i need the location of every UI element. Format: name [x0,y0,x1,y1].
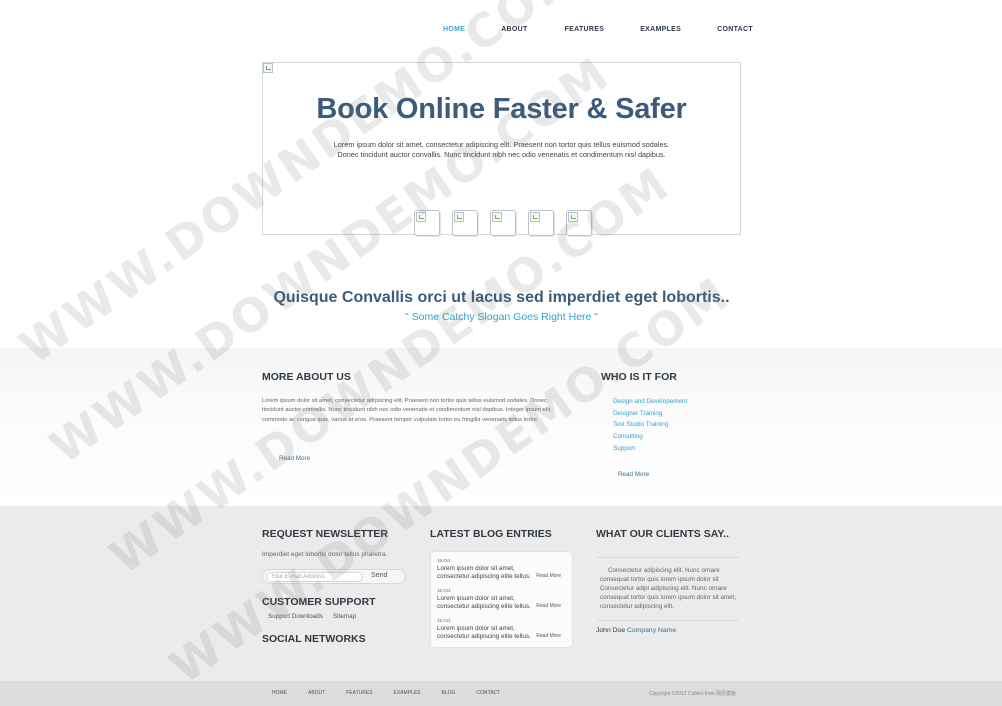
client-quote: Consectetur adipiscing elit. Nunc ornare… [600,567,737,610]
slider-thumb-3[interactable] [490,210,516,236]
blog-list: 16 Oct Lorem ipsum dolor sit amet, conse… [430,551,573,648]
copyright: Copyright ©2012 Collect from 网页模板 [649,691,737,697]
who-item-designer-training[interactable]: Designer Training [613,408,687,420]
blog-read-more-link[interactable]: Read More [536,573,561,579]
divider [597,557,739,558]
blog-read-more-link[interactable]: Read More [536,633,561,639]
blog-heading: LATEST BLOG ENTRIES [430,528,552,540]
blog-entry: 15 Oct Lorem ipsum dolor sit amet, conse… [437,618,567,640]
support-links: Support Downloads Sitemap [268,613,356,620]
newsletter-form: Send [262,569,406,584]
about-section [0,348,1002,506]
blog-entry: 16 Oct Lorem ipsum dolor sit amet, conse… [437,558,567,580]
footer-nav: HOME ABOUT FEATURES EXAMPLES BLOG CONTAC… [272,690,500,696]
broken-image-icon [530,212,540,222]
send-button[interactable]: Send [371,572,387,579]
nav-about[interactable]: ABOUT [501,26,527,33]
broken-image-icon [454,212,464,222]
blog-excerpt: Lorem ipsum dolor sit amet, consectetur … [437,625,531,640]
nav-home[interactable]: HOME [443,26,465,33]
footer-nav-home[interactable]: HOME [272,690,287,696]
who-item-support[interactable]: Support [613,443,687,455]
main-nav: HOME ABOUT FEATURES EXAMPLES CONTACT [443,26,753,33]
footer: HOME ABOUT FEATURES EXAMPLES BLOG CONTAC… [0,681,1002,706]
slider-thumb-2[interactable] [452,210,478,236]
hero-slider: Book Online Faster & Safer Lorem ipsum d… [262,62,741,236]
footer-nav-contact[interactable]: CONTACT [476,690,500,696]
blog-read-more-link[interactable]: Read More [536,603,561,609]
hero-text: Lorem ipsum dolor sit amet, consectetur … [263,140,740,159]
slogan: " Some Catchy Slogan Goes Right Here " [404,311,599,323]
hero-title: Book Online Faster & Safer [316,93,687,125]
blog-entry: 16 Oct Lorem ipsum dolor sit amet, conse… [437,588,567,610]
blog-date: 16 Oct [437,558,451,563]
who-heading: WHO IS IT FOR [601,371,677,383]
hero-text-line-1: Lorem ipsum dolor sit amet, consectetur … [333,140,670,149]
blog-excerpt: Lorem ipsum dolor sit amet, consectetur … [437,565,531,580]
sitemap-link[interactable]: Sitemap [333,613,356,620]
nav-examples[interactable]: EXAMPLES [640,26,681,33]
blog-excerpt: Lorem ipsum dolor sit amet, consectetur … [437,595,531,610]
broken-image-icon [492,212,502,222]
clients-heading: WHAT OUR CLIENTS SAY.. [596,528,730,540]
footer-nav-examples[interactable]: EXAMPLES [394,690,421,696]
client-attribution: John Doe Company Name [596,627,676,634]
social-heading: SOCIAL NETWORKS [262,633,366,645]
slider-thumb-1[interactable] [414,210,440,236]
broken-image-icon [263,63,273,73]
nav-contact[interactable]: CONTACT [717,26,753,33]
footer-nav-features[interactable]: FEATURES [346,690,372,696]
who-item-design[interactable]: Design and Developement [613,396,687,408]
who-item-consulting[interactable]: Consulting [613,431,687,443]
who-item-test-studio[interactable]: Test Studio Training [613,419,687,431]
who-list: Design and Developement Designer Trainin… [613,396,687,455]
hero-text-line-2: Donec tincidunt auctor convallis. Nunc t… [337,149,666,159]
slider-thumb-4[interactable] [528,210,554,236]
tagline: Quisque Convallis orci ut lacus sed impe… [273,289,730,306]
newsletter-text: Imperdiet eget lobortis dolor tellus pha… [262,551,388,558]
slider-thumb-5[interactable] [566,210,592,236]
support-downloads-link[interactable]: Support Downloads [268,613,323,620]
client-company: Company Name [627,627,677,634]
divider [597,620,739,621]
nav-features[interactable]: FEATURES [565,26,605,33]
broken-image-icon [416,212,426,222]
email-input[interactable] [266,572,363,582]
about-read-more-link[interactable]: Read More [279,455,310,462]
about-text: Lorem ipsum dolor sit amet, consectetur … [262,398,552,423]
blog-date: 15 Oct [437,618,451,623]
footer-nav-about[interactable]: ABOUT [308,690,325,696]
footer-nav-blog[interactable]: BLOG [442,690,456,696]
broken-image-icon [568,212,578,222]
about-heading: MORE ABOUT US [262,371,351,383]
slider-thumbnails [414,210,592,236]
client-name: John Doe [596,627,626,634]
newsletter-heading: REQUEST NEWSLETTER [262,528,389,540]
blog-date: 16 Oct [437,588,451,593]
support-heading: CUSTOMER SUPPORT [262,596,376,608]
who-read-more-link[interactable]: Read More [618,471,649,478]
